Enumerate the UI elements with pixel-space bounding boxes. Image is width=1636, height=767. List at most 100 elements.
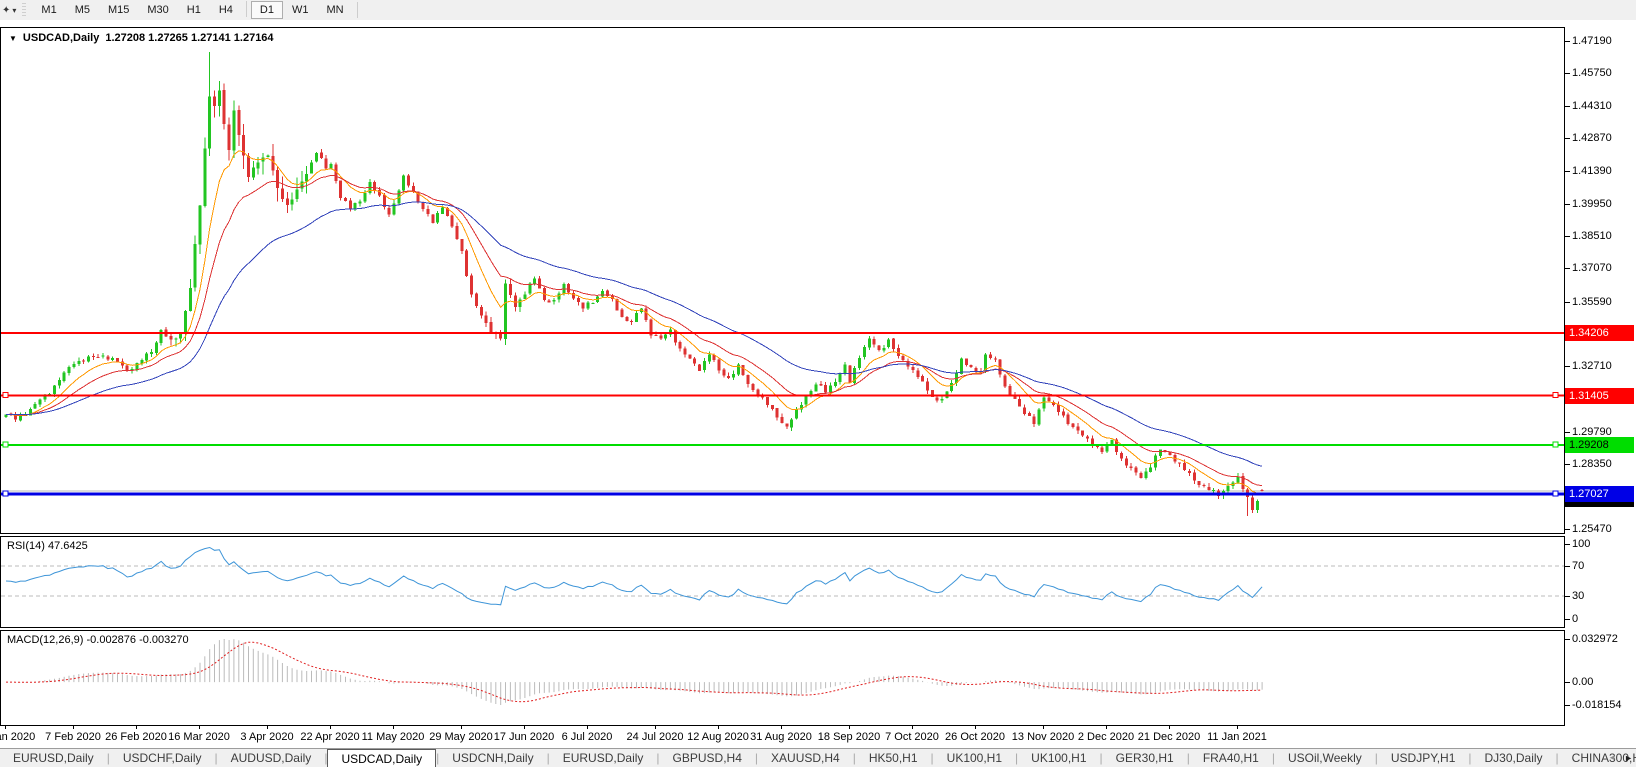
chart-tab-eurusd-daily[interactable]: EURUSD,Daily [0,749,107,767]
time-axis-tick [975,726,976,729]
time-axis-label: 11 May 2020 [361,731,425,743]
cursor-tool-dropdown-icon[interactable]: ▾ [12,6,16,15]
chart-tab-uk100-h1[interactable]: UK100,H1 [1018,749,1099,767]
timeframe-button-d1[interactable]: D1 [250,1,283,19]
time-axis-tick [655,726,656,729]
chart-tab-xauusd-h4[interactable]: XAUUSD,H4 [758,749,853,767]
price-tick-label: 1.37070 [1565,261,1614,275]
top-toolbar: ✦ ▾ M1 M5 M15 M30 H1 H4 D1 W1 MN [0,0,1636,20]
chart-tab-audusd-daily[interactable]: AUDUSD,Daily [218,749,325,767]
price-tick-label: 1.35590 [1565,295,1614,309]
timeframe-button-m5[interactable]: M5 [66,1,99,19]
timeframe-button-m30[interactable]: M30 [138,1,177,19]
time-axis-label: 26 Oct 2020 [945,731,1005,743]
time-axis-tick [1043,726,1044,729]
time-axis-tick [393,726,394,729]
hline-price-label[interactable]: 1.27027 [1565,486,1634,502]
candlestick-chart[interactable] [1,28,1564,533]
chart-tab-bar: EURUSD,Daily | USDCHF,Daily | AUDUSD,Daily | U… [0,748,1636,767]
rsi-axis-label: 0 [1564,612,1581,626]
price-tick-label: 1.25470 [1565,522,1614,536]
timeframe-button-m15[interactable]: M15 [99,1,138,19]
price-tick-label: 1.38510 [1565,229,1614,243]
macd-indicator-panel[interactable]: MACD(12,26,9) -0.002876 -0.003270 [0,630,1565,726]
price-tick-label: 1.28350 [1565,457,1614,471]
chart-title: ▼ USDCAD,Daily 1.27208 1.27265 1.27141 1… [9,32,274,44]
time-axis-label: 12 Aug 2020 [687,731,749,743]
hline-price-label[interactable]: 1.31405 [1565,388,1634,404]
time-axis-label: 31 Aug 2020 [750,731,812,743]
rsi-current-value: 47.6425 [47,540,88,552]
rsi-line-chart[interactable] [1,537,1564,627]
toolbar-grip[interactable] [22,3,27,17]
time-axis-tick [136,726,137,729]
chart-tab-gbpusd-h4[interactable]: GBPUSD,H4 [660,749,755,767]
time-axis-tick [73,726,74,729]
price-tick-label: 1.39950 [1565,197,1614,211]
time-axis-label: 24 Jul 2020 [626,731,684,743]
rsi-axis-label: 70 [1564,559,1587,573]
rsi-indicator-panel[interactable]: RSI(14) 47.6425 [0,536,1565,628]
time-axis-tick [587,726,588,729]
time-axis[interactable]: 20 Jan 2020 7 Feb 2020 26 Feb 202016 Mar 2… [0,726,1565,748]
time-axis-tick [330,726,331,729]
macd-label: MACD(12,26,9) -0.002876 -0.003270 [7,634,189,646]
time-axis-label: 20 Jan 2020 [0,731,36,743]
chart-tab-usdcnh-daily[interactable]: USDCNH,Daily [439,749,546,767]
rsi-name: RSI(14) [7,540,45,552]
time-axis-tick [849,726,850,729]
time-axis-tick [781,726,782,729]
chart-tab-eurusd-daily[interactable]: EURUSD,Daily [550,749,657,767]
time-axis-label: 17 Jun 2020 [493,731,555,743]
time-axis-label: 13 Nov 2020 [1011,731,1075,743]
time-axis-tick [718,726,719,729]
chart-symbol-period: USDCAD,Daily [22,32,100,44]
price-tick-label: 1.44310 [1565,99,1614,113]
price-axis[interactable]: 1.47190 1.45750 1.44310 1.42870 1.41390 1.399… [1564,27,1636,748]
rsi-axis-label: 100 [1564,537,1593,551]
time-axis-label: 21 Dec 2020 [1137,731,1201,743]
time-axis-label: 11 Jan 2021 [1207,731,1267,743]
hline-price-label[interactable]: 1.29208 [1565,437,1634,453]
rsi-axis-label: 30 [1564,589,1587,603]
time-axis-label: 16 Mar 2020 [168,731,230,743]
price-tick-label: 1.41390 [1565,164,1614,178]
macd-name: MACD(12,26,9) [7,634,84,646]
price-tick-label: 1.45750 [1565,66,1614,80]
chart-tab-hk50-h1[interactable]: HK50,H1 [856,749,931,767]
chart-menu-caret-icon[interactable]: ▼ [9,34,17,43]
timeframe-toolbar: M1 M5 M15 M30 H1 H4 D1 W1 MN [32,1,352,19]
time-axis-tick [912,726,913,729]
macd-axis-label: 0.032972 [1565,632,1620,646]
timeframe-button-w1[interactable]: W1 [283,1,318,19]
timeframe-button-h1[interactable]: H1 [178,1,210,19]
chart-tab-dj30-daily[interactable]: DJ30,Daily [1472,749,1556,767]
chart-tab-usoil-weekly[interactable]: USOil,Weekly [1275,749,1375,767]
price-tick-label: 1.32710 [1565,359,1614,373]
chart-tab-ger30-h1[interactable]: GER30,H1 [1103,749,1187,767]
time-axis-label: 29 May 2020 [429,731,493,743]
tab-scroll-left-icon[interactable]: ◄ [1608,751,1616,765]
time-axis-tick [1169,726,1170,729]
timeframe-button-h4[interactable]: H4 [210,1,242,19]
macd-histogram-chart[interactable] [1,631,1564,725]
time-axis-tick [199,726,200,729]
macd-current-values: -0.002876 -0.003270 [86,634,189,646]
main-chart-panel[interactable]: ▼ USDCAD,Daily 1.27208 1.27265 1.27141 1… [0,27,1565,534]
chart-tab-usdcad-daily[interactable]: USDCAD,Daily [327,749,437,767]
time-axis-label: 7 Feb 2020 [45,731,101,743]
time-axis-label: 18 Sep 2020 [817,731,881,743]
macd-axis-label: 0.00 [1564,675,1596,689]
timeframe-button-mn[interactable]: MN [317,1,352,19]
chart-tab-usdjpy-h1[interactable]: USDJPY,H1 [1378,749,1468,767]
chart-tab-uk100-h1[interactable]: UK100,H1 [934,749,1015,767]
cursor-tool-icon[interactable]: ✦ [2,5,10,16]
hline-price-label[interactable]: 1.34206 [1565,325,1634,341]
chart-tab-fra40-h1[interactable]: FRA40,H1 [1190,749,1272,767]
time-axis-label: 22 Apr 2020 [300,731,360,743]
time-axis-label: 3 Apr 2020 [240,731,294,743]
time-axis-tick [461,726,462,729]
chart-tab-usdchf-daily[interactable]: USDCHF,Daily [110,749,215,767]
tab-scroll-right-icon[interactable]: ► [1624,751,1633,765]
timeframe-button-m1[interactable]: M1 [32,1,65,19]
